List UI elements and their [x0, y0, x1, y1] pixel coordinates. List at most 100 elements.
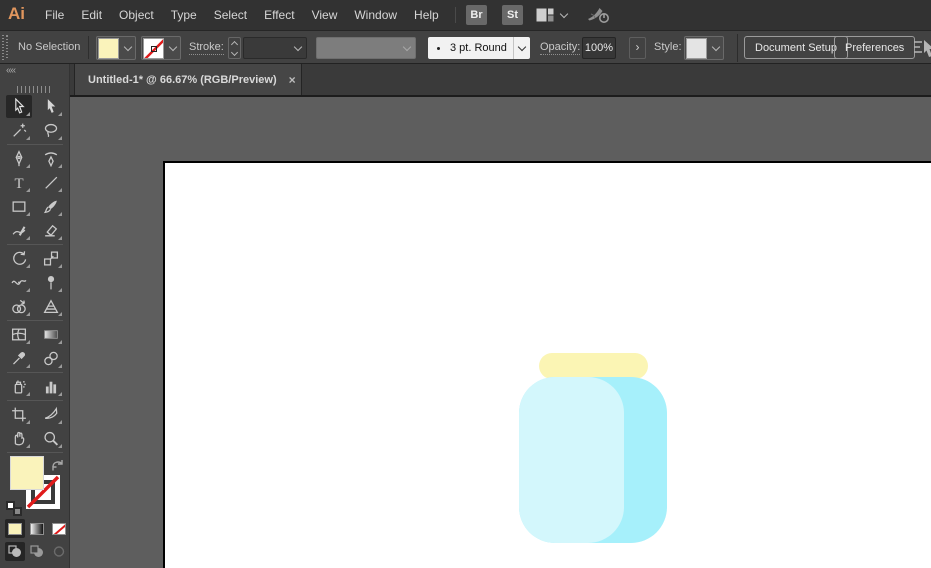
- stock-button[interactable]: St: [502, 5, 523, 25]
- pen-tool[interactable]: [6, 147, 32, 170]
- opacity-label[interactable]: Opacity:: [540, 41, 581, 55]
- stroke-weight-dropdown[interactable]: [243, 37, 307, 59]
- jar-lid-shape[interactable]: [539, 353, 648, 379]
- variable-width-profile-dropdown[interactable]: [316, 37, 416, 59]
- gradient-button[interactable]: [27, 519, 47, 538]
- menu-window[interactable]: Window: [354, 8, 397, 22]
- shape-builder-tool[interactable]: [6, 295, 32, 318]
- menu-edit[interactable]: Edit: [81, 8, 102, 22]
- none-button[interactable]: [49, 519, 69, 538]
- control-bar-grip[interactable]: [2, 35, 8, 60]
- rectangle-tool[interactable]: [6, 195, 32, 218]
- artboard[interactable]: [163, 161, 931, 568]
- none-swatch: [52, 522, 66, 535]
- tool-row: [0, 346, 69, 370]
- hand-icon: [14, 431, 25, 445]
- stroke-color-dropdown[interactable]: [141, 36, 181, 60]
- shaper-icon: [12, 225, 26, 236]
- direct-selection-tool[interactable]: [38, 95, 64, 118]
- stroke-none-swatch[interactable]: [143, 37, 164, 59]
- opacity-input[interactable]: 100%: [582, 37, 616, 59]
- brush-preview-dot: [437, 46, 440, 50]
- stepper-up-icon[interactable]: [230, 40, 239, 48]
- draw-behind-button[interactable]: [27, 542, 47, 561]
- workspace-switcher[interactable]: [536, 8, 569, 22]
- preferences-button[interactable]: Preferences: [834, 36, 916, 59]
- default-fill-stroke-icon[interactable]: [6, 501, 22, 516]
- column-graph-tool[interactable]: [38, 375, 64, 398]
- stepper-down-icon[interactable]: [230, 48, 239, 56]
- hand-tool[interactable]: [6, 427, 32, 450]
- eyedropper-icon: [13, 351, 25, 364]
- stroke-indicator-square: [151, 45, 157, 52]
- color-button[interactable]: [5, 519, 25, 538]
- zoom-tool[interactable]: [38, 427, 64, 450]
- document-setup-button[interactable]: Document Setup: [744, 36, 848, 59]
- stroke-weight-stepper[interactable]: [228, 37, 241, 59]
- line-segment-tool[interactable]: [38, 171, 64, 194]
- stroke-label[interactable]: Stroke:: [189, 41, 224, 55]
- lasso-tool[interactable]: [38, 119, 64, 142]
- width-tool[interactable]: [6, 271, 32, 294]
- panel-grip[interactable]: [17, 86, 53, 93]
- menu-type[interactable]: Type: [171, 8, 197, 22]
- mesh-icon: [11, 328, 27, 340]
- fill-proxy-swatch[interactable]: [10, 456, 44, 490]
- menu-select[interactable]: Select: [214, 8, 247, 22]
- gradient-tool[interactable]: [38, 323, 64, 346]
- menu-object[interactable]: Object: [119, 8, 154, 22]
- symbol-sprayer-tool[interactable]: [6, 375, 32, 398]
- close-icon[interactable]: ×: [289, 74, 296, 86]
- eraser-icon: [45, 224, 58, 236]
- document-tab[interactable]: Untitled-1* @ 66.67% (RGB/Preview) ×: [74, 64, 302, 95]
- style-dropdown[interactable]: [684, 36, 724, 60]
- jar-highlight-shape[interactable]: [519, 377, 624, 543]
- gpu-performance-icon[interactable]: [584, 5, 612, 30]
- bridge-button[interactable]: Br: [466, 5, 487, 25]
- draw-normal-button[interactable]: [5, 542, 25, 561]
- opacity-options-button[interactable]: ›: [629, 37, 646, 59]
- menu-effect[interactable]: Effect: [264, 8, 294, 22]
- mesh-tool[interactable]: [6, 323, 32, 346]
- draw-inside-button[interactable]: [49, 542, 69, 561]
- collapse-panel-icon[interactable]: ««: [6, 65, 16, 76]
- eraser-tool[interactable]: [38, 219, 64, 242]
- perspective-grid-tool[interactable]: [38, 295, 64, 318]
- eyedropper-tool[interactable]: [6, 347, 32, 370]
- menu-bar: Ai File Edit Object Type Select Effect V…: [0, 0, 931, 30]
- menu-file[interactable]: File: [45, 8, 64, 22]
- puppet-warp-tool[interactable]: [38, 271, 64, 294]
- tool-row: [0, 194, 69, 218]
- menu-view[interactable]: View: [312, 8, 338, 22]
- slice-tool[interactable]: [38, 403, 64, 426]
- canvas-area[interactable]: [70, 97, 931, 568]
- scale-tool[interactable]: [38, 247, 64, 270]
- fill-swatch[interactable]: [98, 37, 119, 59]
- perspective-grid-icon: [43, 298, 59, 313]
- magic-wand-tool[interactable]: [6, 119, 32, 142]
- swap-fill-stroke-icon[interactable]: [50, 457, 65, 476]
- selection-tool[interactable]: [6, 94, 32, 118]
- menu-help[interactable]: Help: [414, 8, 439, 22]
- tool-row: T: [0, 170, 69, 194]
- pen-icon: [15, 149, 23, 166]
- fill-color-dropdown[interactable]: [96, 36, 136, 60]
- curvature-tool[interactable]: [38, 147, 64, 170]
- artboard-tool[interactable]: [6, 403, 32, 426]
- paintbrush-tool[interactable]: [38, 195, 64, 218]
- mini-fill-square: [6, 501, 15, 510]
- divider: [88, 36, 89, 59]
- isolate-selection-icon[interactable]: [912, 38, 931, 63]
- shaper-tool[interactable]: [6, 219, 32, 242]
- chevron-down-icon: [711, 42, 720, 51]
- tool-row: [0, 402, 69, 426]
- brush-dropdown-chevron[interactable]: [513, 37, 530, 59]
- type-tool[interactable]: T: [6, 171, 32, 194]
- style-swatch[interactable]: [686, 37, 707, 59]
- blend-tool[interactable]: [38, 347, 64, 370]
- rotate-tool[interactable]: [6, 247, 32, 270]
- tools-grid: T: [0, 94, 69, 454]
- brush-definition-dropdown[interactable]: 3 pt. Round: [428, 37, 530, 59]
- tool-row: [0, 426, 69, 450]
- blend-icon: [44, 351, 58, 365]
